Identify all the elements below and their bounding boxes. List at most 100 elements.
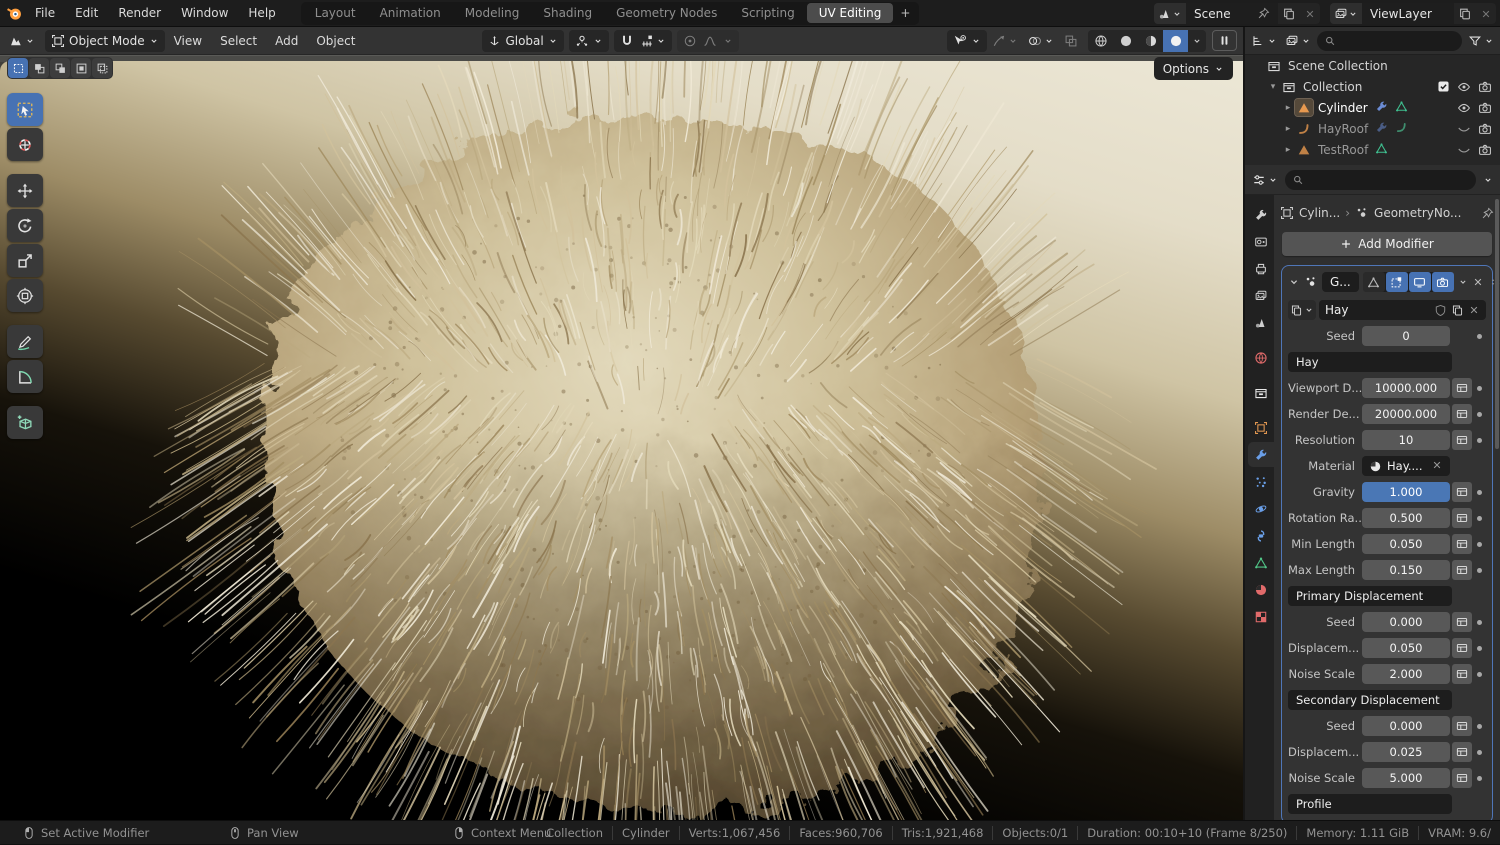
workspace-tab-scripting[interactable]: Scripting	[729, 3, 806, 23]
viewport-canvas[interactable]: Options	[0, 55, 1243, 820]
collapse-icon[interactable]	[1288, 276, 1300, 288]
input-attribute-toggle[interactable]	[1452, 534, 1472, 554]
blender-logo-icon[interactable]	[6, 4, 24, 22]
disclosure-icon[interactable]: ▸	[1281, 124, 1295, 134]
workspace-tab-uv-editing[interactable]: UV Editing	[807, 3, 894, 23]
viewport-menu-object[interactable]: Object	[307, 34, 364, 48]
render-visibility-toggle[interactable]	[1476, 143, 1494, 157]
copy-icon[interactable]	[1451, 304, 1464, 317]
outliner-item-collection[interactable]: ▾Collection	[1245, 76, 1500, 97]
tool-add-cube-button[interactable]	[7, 406, 43, 439]
workspace-tab-shading[interactable]: Shading	[531, 3, 604, 23]
shading-solid-button[interactable]	[1113, 30, 1138, 52]
properties-tab-output[interactable]	[1248, 256, 1274, 281]
hide-toggle[interactable]	[1455, 143, 1473, 157]
hide-toggle[interactable]	[1455, 122, 1473, 136]
value-field[interactable]: 1.000	[1362, 482, 1450, 502]
properties-tab-constraints[interactable]	[1248, 523, 1274, 548]
extras-dot[interactable]	[1472, 438, 1486, 443]
render-visibility-toggle[interactable]	[1476, 80, 1494, 94]
value-field[interactable]: 10000.000	[1362, 378, 1450, 398]
extras-dot[interactable]	[1472, 516, 1486, 521]
menu-help[interactable]: Help	[239, 4, 284, 22]
extras-dot[interactable]	[1472, 724, 1486, 729]
input-attribute-toggle[interactable]	[1452, 638, 1472, 658]
tool-transform-button[interactable]	[7, 279, 43, 312]
value-field[interactable]: 20000.000	[1362, 404, 1450, 424]
text-input[interactable]: Hay	[1288, 352, 1452, 372]
realtime-toggle[interactable]	[1409, 272, 1431, 292]
node-group-name-field[interactable]: Hay	[1319, 300, 1486, 320]
fake-user-icon[interactable]	[1434, 304, 1447, 317]
value-field[interactable]: 0.025	[1362, 742, 1450, 762]
select-mode-3[interactable]	[71, 58, 91, 78]
value-field[interactable]: 0	[1362, 326, 1450, 346]
value-field[interactable]: 5.000	[1362, 768, 1450, 788]
node-group-browse-button[interactable]	[1288, 300, 1316, 320]
workspace-tab-animation[interactable]: Animation	[368, 3, 453, 23]
outliner-item-scene-collection[interactable]: Scene Collection	[1245, 55, 1500, 76]
text-input[interactable]: Profile	[1288, 794, 1452, 814]
properties-tab-texture[interactable]	[1248, 604, 1274, 629]
input-attribute-toggle[interactable]	[1452, 508, 1472, 528]
modifier-name-field[interactable]: G...	[1322, 272, 1359, 292]
viewport-menu-select[interactable]: Select	[211, 34, 266, 48]
input-attribute-toggle[interactable]	[1452, 612, 1472, 632]
viewlayer-name-field[interactable]: ViewLayer	[1362, 3, 1454, 24]
menu-file[interactable]: File	[26, 4, 64, 22]
properties-editor-type-button[interactable]	[1250, 169, 1280, 191]
workspace-tab-geometry-nodes[interactable]: Geometry Nodes	[604, 3, 729, 23]
scrollbar[interactable]	[1495, 199, 1499, 449]
orientation-dropdown[interactable]: Global	[482, 30, 563, 52]
shading-wireframe-button[interactable]	[1088, 30, 1113, 52]
input-attribute-toggle[interactable]	[1452, 716, 1472, 736]
input-attribute-toggle[interactable]	[1452, 560, 1472, 580]
hide-toggle[interactable]	[1455, 101, 1473, 115]
properties-tab-view-layer[interactable]	[1248, 283, 1274, 308]
workspace-tab-modeling[interactable]: Modeling	[453, 3, 532, 23]
disclosure-icon[interactable]: ▸	[1281, 103, 1295, 113]
value-field[interactable]: 10	[1362, 430, 1450, 450]
tool-annotate-button[interactable]	[7, 325, 43, 358]
extras-dot[interactable]	[1472, 334, 1486, 339]
exclude-checkbox[interactable]	[1434, 80, 1452, 93]
menu-window[interactable]: Window	[172, 4, 237, 22]
properties-options-dropdown[interactable]	[1481, 169, 1495, 191]
tool-cursor-button[interactable]	[7, 128, 43, 161]
extras-dot[interactable]	[1472, 672, 1486, 677]
disclosure-icon[interactable]: ▾	[1266, 82, 1280, 92]
tool-scale-button[interactable]	[7, 244, 43, 277]
input-attribute-toggle[interactable]	[1452, 664, 1472, 684]
outliner-editor-type-button[interactable]	[1249, 30, 1279, 52]
text-input[interactable]: Secondary Displacement	[1288, 690, 1452, 710]
snap-toggle-magnet-icon[interactable]	[620, 34, 634, 48]
mode-dropdown[interactable]: Object Mode	[45, 30, 165, 52]
breadcrumb-modifier[interactable]: GeometryNo...	[1374, 206, 1461, 220]
shading-rendered-button[interactable]	[1163, 30, 1188, 52]
outliner-item-cylinder[interactable]: ▸Cylinder	[1245, 97, 1500, 118]
viewlayer-remove-button[interactable]	[1476, 3, 1496, 24]
extras-dot[interactable]	[1472, 620, 1486, 625]
snap-mode-dropdown[interactable]	[640, 34, 666, 48]
rendered-viewport[interactable]	[0, 61, 1243, 820]
breadcrumb-object[interactable]: Cylin...	[1299, 206, 1340, 220]
extras-dot[interactable]	[1472, 750, 1486, 755]
visibility-dropdown[interactable]	[947, 30, 987, 52]
value-field[interactable]: 0.500	[1362, 508, 1450, 528]
viewport-menu-view[interactable]: View	[165, 34, 211, 48]
outliner-search-input[interactable]	[1317, 31, 1462, 51]
material-selector[interactable]: Hay....	[1362, 456, 1450, 476]
viewlayer-copy-button[interactable]	[1454, 3, 1476, 24]
select-mode-2[interactable]	[50, 58, 70, 78]
render-visibility-toggle[interactable]	[1476, 101, 1494, 115]
properties-tab-object-data[interactable]	[1248, 550, 1274, 575]
scene-name-field[interactable]: Scene	[1186, 3, 1278, 24]
edit-mode-display-toggle[interactable]	[1363, 272, 1385, 292]
select-mode-1[interactable]	[29, 58, 49, 78]
input-attribute-toggle[interactable]	[1452, 768, 1472, 788]
xray-toggle[interactable]	[1059, 30, 1083, 52]
add-workspace-button[interactable]: +	[893, 3, 917, 23]
extras-dot[interactable]	[1472, 412, 1486, 417]
viewlayer-browse-button[interactable]	[1330, 3, 1362, 24]
viewport-menu-add[interactable]: Add	[266, 34, 307, 48]
